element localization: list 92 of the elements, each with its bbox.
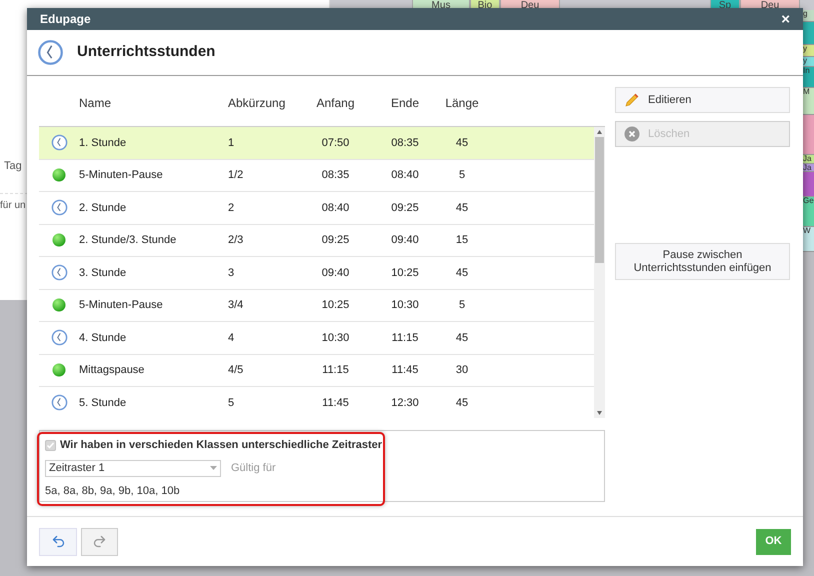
pencil-icon <box>624 92 640 108</box>
table-cell-text: 08:40 <box>320 200 350 216</box>
timetable-cell-text: g <box>803 10 808 18</box>
timetable-cell-text: Ja <box>803 164 812 171</box>
undo-icon <box>50 534 66 549</box>
column-header: Ende <box>390 94 420 112</box>
close-circle-icon <box>624 126 640 142</box>
checkbox-label: Wir haben in verschieden Klassen unterschiedliche Zeitraster <box>60 438 382 453</box>
table-cell-text: 45 <box>454 330 470 346</box>
clock-icon <box>37 39 64 66</box>
table-cell-text: 15 <box>454 233 470 248</box>
table-cell-text: 3 <box>228 266 236 280</box>
background-text: für un <box>0 199 26 213</box>
table-cell-text: 2/3 <box>228 233 244 248</box>
table-cell-text: Mittagspause <box>79 363 146 378</box>
table-cell-text: 08:35 <box>390 136 420 150</box>
class-list: 5a, 8a, 8b, 9a, 9b, 10a, 10b <box>45 482 604 499</box>
table-cell-text: 10:25 <box>390 266 420 280</box>
table-row[interactable]: 5-Minuten-Pause 3/4 10:25 10:30 5 <box>39 290 594 322</box>
table-row[interactable]: 1. Stunde 1 07:50 08:35 45 <box>39 127 594 160</box>
table-cell-text: 09:25 <box>390 200 420 216</box>
table-cell-text: 10:25 <box>320 298 350 313</box>
clock-icon <box>50 264 68 282</box>
column-header: Name <box>79 94 112 112</box>
clock-icon <box>50 199 68 216</box>
table-cell-text: 2. Stunde <box>79 200 128 216</box>
table-cell-text: 09:40 <box>320 266 350 280</box>
table-cell-text: 3/4 <box>228 298 244 313</box>
table-cell-text: 5. Stunde <box>79 396 128 410</box>
table-cell-text: 5 <box>458 298 466 313</box>
timetable-cell-text: M <box>803 88 810 96</box>
table-cell-text: 45 <box>454 396 470 410</box>
table-cell-text: 5-Minuten-Pause <box>79 168 164 183</box>
redo-button[interactable] <box>81 528 118 556</box>
table-cell-text: 09:25 <box>320 233 350 248</box>
table-cell-text: 30 <box>454 363 470 378</box>
clock-icon <box>50 329 68 346</box>
scroll-up-icon <box>597 130 602 134</box>
window-title: Edupage <box>40 11 91 28</box>
table-cell-text: 5 <box>458 168 466 183</box>
timetable-dropdown[interactable]: Zeitraster 1 <box>45 460 221 476</box>
table-row[interactable]: 5-Minuten-Pause 1/2 08:35 08:40 5 <box>39 160 594 192</box>
table-cell-text: 2. Stunde/3. Stunde <box>79 233 178 248</box>
table-cell-text: 12:30 <box>390 396 420 410</box>
timetable-cell-text: In <box>803 67 810 75</box>
status-dot-icon <box>52 298 66 312</box>
table-cell-text: 45 <box>454 266 470 280</box>
timetable-cell-text: W <box>803 227 811 235</box>
table-cell-text: 09:40 <box>390 233 420 248</box>
column-header: Anfang <box>315 94 356 112</box>
caret-icon <box>210 466 217 470</box>
status-dot-icon <box>52 363 66 378</box>
table-cell-text: 4 <box>228 330 236 346</box>
timetable-cell-text: Ja <box>803 155 812 163</box>
table-cell-text: 45 <box>454 136 470 150</box>
timetable-cell-text: Ge <box>803 197 814 205</box>
table-cell-text: 1/2 <box>228 168 244 183</box>
table-cell-text: 5-Minuten-Pause <box>79 298 164 313</box>
insert-break-button[interactable]: Pause zwischen Unterrichtsstunden einfügen <box>615 243 790 280</box>
table-cell-text: 45 <box>454 200 470 216</box>
table-cell-text: 4/5 <box>228 363 244 378</box>
status-dot-icon <box>52 168 66 182</box>
undo-button[interactable] <box>39 528 77 556</box>
table-cell-text: 2 <box>228 200 236 216</box>
table-cell-text: 1. Stunde <box>79 136 128 150</box>
table-cell-text: 3. Stunde <box>79 266 128 280</box>
table-row[interactable]: Mittagspause 4/5 11:15 11:45 30 <box>39 354 594 387</box>
table-cell-text: 10:30 <box>320 330 350 346</box>
dialog-heading: Unterrichtsstunden <box>77 42 216 62</box>
redo-icon <box>92 534 107 549</box>
table-cell-text: 4. Stunde <box>79 330 128 346</box>
table-cell-text: 11:15 <box>321 363 350 378</box>
status-dot-icon <box>52 233 66 248</box>
scrollbar[interactable] <box>594 127 605 418</box>
table-cell-text: 07:50 <box>320 136 350 150</box>
scroll-down-icon <box>597 411 602 415</box>
timetable-cell-text: y <box>803 45 807 53</box>
table-cell-text: 10:30 <box>390 298 420 313</box>
clock-icon <box>50 394 68 412</box>
column-header: Abkürzung <box>228 94 286 112</box>
table-cell-text: 11:45 <box>321 396 350 410</box>
valid-for-label: Gültig für <box>231 460 276 476</box>
table-cell-text: 08:40 <box>390 168 420 183</box>
edit-button[interactable]: Editieren <box>615 87 790 113</box>
column-header: Länge <box>444 94 480 112</box>
table-cell-text: 1 <box>228 136 236 150</box>
table-cell-text: 11:15 <box>390 330 420 346</box>
close-button[interactable]: × <box>781 12 790 26</box>
timetable-cell-text: y <box>803 57 807 65</box>
table-cell-text: 5 <box>228 396 236 410</box>
clock-icon <box>50 134 68 152</box>
table-cell-text: 11:45 <box>390 363 420 378</box>
